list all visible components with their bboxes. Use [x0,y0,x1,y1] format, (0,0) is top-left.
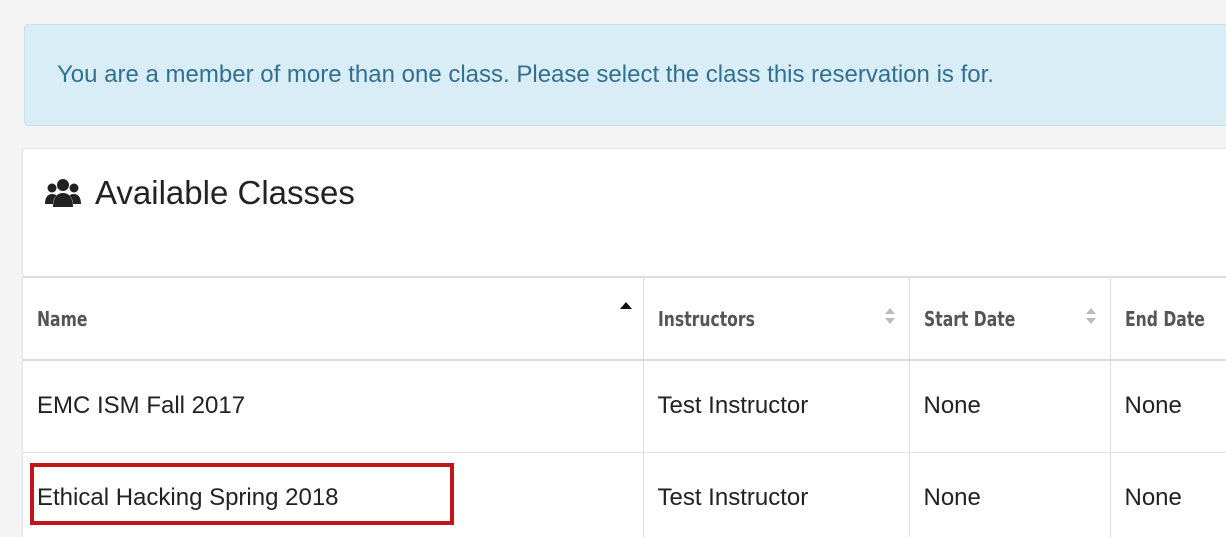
cell-start-date: None [909,360,1111,453]
panel-title: Available Classes [45,173,355,213]
cell-end-date: None [1110,360,1226,453]
cell-instructors: Test Instructor [643,360,910,453]
classes-table: Name Instructors Start Date End Date EMC… [23,278,1226,537]
users-icon [45,179,81,207]
info-alert: You are a member of more than one class.… [24,24,1226,126]
cell-name[interactable]: Ethical Hacking Spring 2018 [23,452,644,537]
column-header-name[interactable]: Name [23,278,644,361]
table-row[interactable]: EMC ISM Fall 2017 Test Instructor None N… [23,360,1226,453]
column-header-start-date[interactable]: Start Date [909,278,1111,361]
sort-ascending-icon[interactable] [619,300,633,320]
panel-heading: Available Classes [23,149,1226,278]
sort-icon[interactable] [883,306,897,326]
cell-end-date: None [1110,452,1226,537]
table-header-row: Name Instructors Start Date End Date [23,278,1226,361]
table-row[interactable]: Ethical Hacking Spring 2018 Test Instruc… [23,452,1226,537]
cell-name[interactable]: EMC ISM Fall 2017 [23,360,644,453]
page: You are a member of more than one class.… [0,0,1226,537]
cell-start-date: None [909,452,1111,537]
alert-message: You are a member of more than one class.… [57,61,994,88]
sort-icon[interactable] [1084,306,1098,326]
cell-instructors: Test Instructor [643,452,910,537]
column-header-instructors[interactable]: Instructors [643,278,910,361]
available-classes-panel: Available Classes Name Instructors Start… [22,148,1226,537]
panel-title-text: Available Classes [95,174,355,211]
column-header-end-date[interactable]: End Date [1110,278,1226,361]
